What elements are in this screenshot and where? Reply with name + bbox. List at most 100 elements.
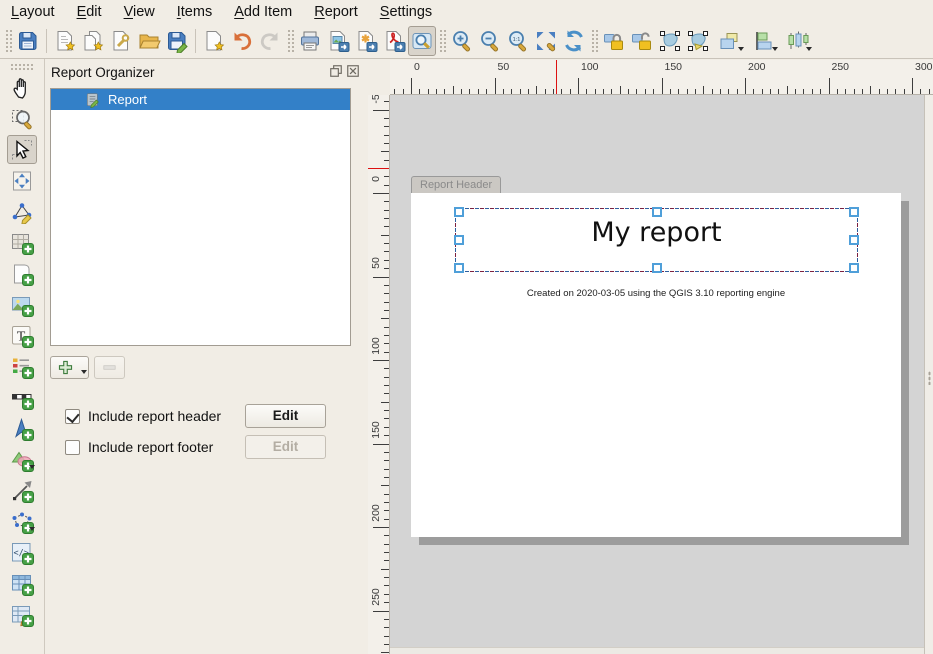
zoom-out-button[interactable]	[476, 26, 504, 56]
toolbar-grip[interactable]	[590, 28, 598, 54]
add-section-button[interactable]	[50, 356, 89, 379]
ruler-tick	[384, 176, 389, 177]
save-project-button[interactable]	[14, 26, 42, 56]
add-3d-map-button[interactable]	[7, 259, 37, 288]
toolbar-grip[interactable]	[4, 28, 12, 54]
new-layout-button[interactable]	[51, 26, 79, 56]
duplicate-layout-button[interactable]	[79, 26, 107, 56]
menu-add-item[interactable]: Add Item	[223, 1, 303, 23]
unlock-items-button[interactable]	[628, 26, 656, 56]
add-picture-button[interactable]	[7, 290, 37, 319]
add-map-button[interactable]	[7, 228, 37, 257]
toolbar-grip[interactable]	[9, 62, 35, 70]
add-attribute-table-button[interactable]	[7, 569, 37, 598]
add-fixed-table-button[interactable]	[7, 600, 37, 629]
menu-report[interactable]: Report	[303, 1, 369, 23]
ruler-tick	[384, 427, 389, 428]
print-button[interactable]	[296, 26, 324, 56]
open-layout-button[interactable]	[135, 26, 163, 56]
dropdown-caret	[738, 47, 744, 51]
selection-handle[interactable]	[849, 263, 859, 273]
pan-tool-button[interactable]	[7, 73, 37, 102]
layout-canvas[interactable]: Report Header My report Created on 2020-…	[390, 95, 933, 654]
toolbar-grip[interactable]	[286, 28, 294, 54]
menu-layout[interactable]: Layout	[0, 1, 66, 23]
redo-button[interactable]	[256, 26, 284, 56]
zoom-actual-button[interactable]: 1:1	[504, 26, 532, 56]
layout-manager-button[interactable]	[107, 26, 135, 56]
raise-items-button[interactable]	[712, 26, 746, 56]
toolbar-grip[interactable]	[438, 28, 446, 54]
menu-items[interactable]: Items	[166, 1, 223, 23]
preview-tools-button[interactable]	[408, 26, 436, 56]
menu-view[interactable]: View	[113, 1, 166, 23]
align-items-button[interactable]	[746, 26, 780, 56]
select-all-button[interactable]	[656, 26, 684, 56]
add-legend-button[interactable]	[7, 352, 37, 381]
remove-section-button[interactable]	[94, 356, 125, 379]
zoom-tool-button[interactable]	[7, 104, 37, 133]
move-item-content-tool-button[interactable]	[7, 166, 37, 195]
ruler-tick	[920, 89, 921, 94]
refresh-view-button[interactable]	[560, 26, 588, 56]
menu-settings[interactable]: Settings	[369, 1, 443, 23]
add-north-arrow-button[interactable]	[7, 414, 37, 443]
export-pdf-button[interactable]	[380, 26, 408, 56]
close-panel-icon[interactable]	[346, 64, 360, 78]
ruler-tick	[586, 89, 587, 94]
ruler-tick	[384, 502, 389, 503]
left-toolbar: T </>	[0, 59, 45, 654]
ruler-tick	[561, 89, 562, 94]
include-report-header-checkbox[interactable]	[65, 409, 80, 424]
ruler-tick	[384, 118, 389, 119]
ruler-tick	[384, 268, 389, 269]
selection-handle[interactable]	[454, 207, 464, 217]
add-shape-button[interactable]	[7, 445, 37, 474]
select-move-item-tool-button[interactable]	[7, 135, 37, 164]
selection-handle[interactable]	[849, 235, 859, 245]
selection-handle[interactable]	[454, 263, 464, 273]
ruler-tick	[695, 89, 696, 94]
add-arrow-button[interactable]	[7, 476, 37, 505]
ruler-tick	[929, 89, 930, 94]
deselect-all-button[interactable]	[684, 26, 712, 56]
ruler-label: 300	[915, 61, 933, 73]
vertical-scrollbar[interactable]	[924, 95, 933, 654]
ruler-tick	[384, 435, 389, 436]
selection-handle[interactable]	[652, 263, 662, 273]
selection-handle[interactable]	[652, 207, 662, 217]
ruler-tick	[384, 585, 389, 586]
include-report-footer-checkbox[interactable]	[65, 440, 80, 455]
edit-nodes-tool-button[interactable]	[7, 197, 37, 226]
edit-report-footer-button[interactable]: Edit	[245, 435, 326, 459]
menu-edit[interactable]: Edit	[66, 1, 113, 23]
edit-report-header-button[interactable]: Edit	[245, 404, 326, 428]
add-pages-button[interactable]	[200, 26, 228, 56]
horizontal-scrollbar[interactable]	[390, 647, 924, 654]
ruler-tick	[384, 460, 389, 461]
undo-button[interactable]	[228, 26, 256, 56]
float-panel-icon[interactable]	[329, 64, 343, 78]
horizontal-ruler: 050100150200250300	[390, 60, 933, 95]
export-image-button[interactable]	[324, 26, 352, 56]
selection-handle[interactable]	[454, 235, 464, 245]
add-node-item-button[interactable]	[7, 507, 37, 536]
resize-items-button[interactable]	[780, 26, 814, 56]
ruler-tick	[384, 469, 389, 470]
ruler-tick	[373, 110, 389, 111]
report-title-text: My report	[455, 217, 858, 248]
ruler-tick	[384, 452, 389, 453]
selection-handle[interactable]	[849, 207, 859, 217]
export-svg-button[interactable]	[352, 26, 380, 56]
add-scalebar-button[interactable]	[7, 383, 37, 412]
tree-item-report[interactable]: Report	[51, 89, 350, 110]
save-layout-button[interactable]	[163, 26, 191, 56]
title-label-item[interactable]: My report	[455, 208, 858, 272]
zoom-in-button[interactable]	[448, 26, 476, 56]
report-page[interactable]: My report Created on 2020-03-05 using th…	[411, 193, 901, 537]
add-html-button[interactable]: </>	[7, 538, 37, 567]
zoom-full-button[interactable]	[532, 26, 560, 56]
lock-items-button[interactable]	[600, 26, 628, 56]
ruler-tick	[787, 86, 788, 94]
add-label-button[interactable]: T	[7, 321, 37, 350]
